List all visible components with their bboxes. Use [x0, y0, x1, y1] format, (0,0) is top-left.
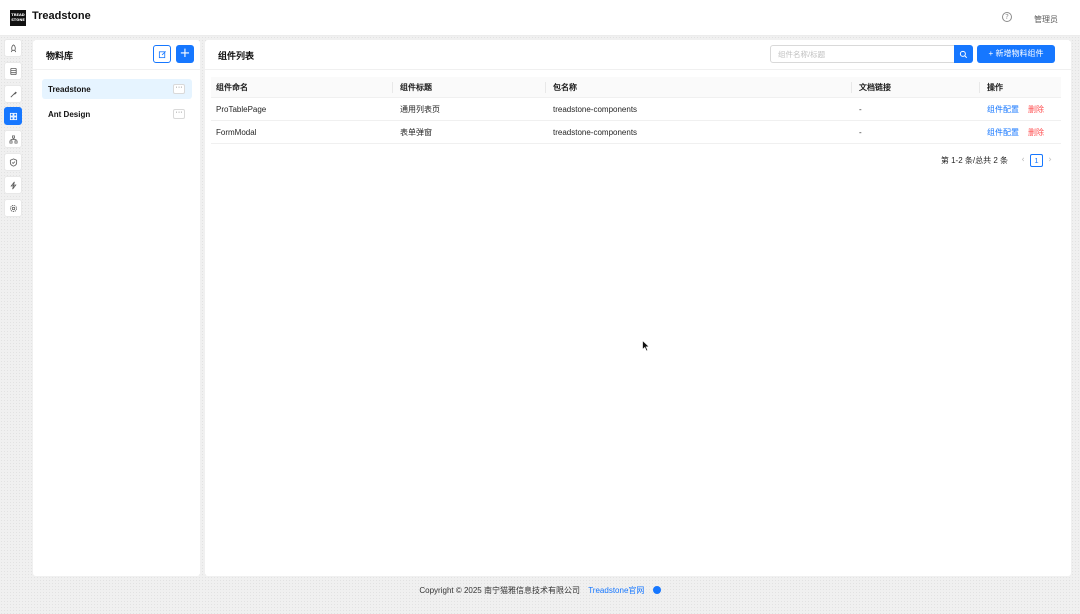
app-title[interactable]: Treadstone — [32, 10, 91, 22]
library-item-label: Treadstone — [48, 85, 91, 94]
rail-tree-icon[interactable] — [4, 130, 22, 148]
column-divider — [392, 82, 393, 93]
component-list-title: 组件列表 — [218, 51, 255, 61]
rail-bolt-icon[interactable] — [4, 176, 22, 194]
delete-component-link[interactable]: 删除 — [1028, 128, 1044, 137]
app-logo[interactable]: TREAD STONE — [10, 10, 26, 26]
column-divider — [545, 82, 546, 93]
search-icon — [959, 50, 968, 58]
top-header: TREAD STONE Treadstone ? 管理员 — [0, 0, 1080, 36]
rail-database-icon[interactable] — [4, 62, 22, 80]
cell-actions: 组件配置 删除 — [987, 121, 1044, 144]
official-site-link[interactable]: Treadstone官网 — [588, 586, 644, 595]
copyright-text: Copyright © 2025 南宁猫雅信息技术有限公司 — [419, 586, 580, 595]
column-header-name: 组件命名 — [216, 83, 248, 92]
next-page-button[interactable]: › — [1045, 155, 1055, 165]
footer: Copyright © 2025 南宁猫雅信息技术有限公司 Treadstone… — [0, 585, 1080, 596]
delete-component-link[interactable]: 删除 — [1028, 105, 1044, 114]
component-list-panel: 组件列表 + 新增物料组件 组件命名 组件标题 包名称 文档链接 操作 ProT… — [205, 40, 1071, 576]
library-panel: 物料库 + Treadstone ··· Ant Design ··· — [33, 40, 200, 576]
rail-rocket-icon[interactable] — [4, 39, 22, 57]
column-divider — [851, 82, 852, 93]
component-table: 组件命名 组件标题 包名称 文档链接 操作 ProTablePage 通用列表页… — [211, 77, 1061, 144]
pagination-total: 第 1-2 条/总共 2 条 — [940, 155, 1008, 165]
edit-library-button[interactable] — [153, 45, 171, 63]
cell-component-name: ProTablePage — [216, 105, 267, 114]
pagination: 第 1-2 条/总共 2 条 ‹ 1 › — [941, 153, 1055, 167]
column-header-actions: 操作 — [987, 83, 1003, 92]
column-header-package: 包名称 — [553, 83, 577, 92]
library-item-more-button[interactable]: ··· — [173, 84, 185, 94]
github-icon[interactable] — [652, 586, 661, 594]
user-menu[interactable]: 管理员 — [1034, 14, 1058, 25]
cell-actions: 组件配置 删除 — [987, 98, 1044, 121]
component-search-input[interactable] — [770, 45, 955, 63]
config-component-link[interactable]: 组件配置 — [987, 128, 1019, 137]
table-header-row: 组件命名 组件标题 包名称 文档链接 操作 — [211, 77, 1061, 98]
table-row: ProTablePage 通用列表页 treadstone-components… — [211, 98, 1061, 121]
rail-settings-icon[interactable] — [4, 199, 22, 217]
page-1-button[interactable]: 1 — [1030, 153, 1043, 167]
library-item-ant-design[interactable]: Ant Design ··· — [42, 104, 192, 124]
cell-doc-link: - — [859, 105, 862, 114]
library-panel-header: 物料库 + — [33, 40, 200, 70]
add-library-button[interactable]: + — [176, 45, 194, 63]
search-button[interactable] — [954, 45, 973, 63]
edit-icon — [158, 50, 166, 58]
cell-package-name: treadstone-components — [553, 105, 638, 114]
cell-component-name: FormModal — [216, 128, 257, 137]
prev-page-button[interactable]: ‹ — [1018, 155, 1028, 165]
column-header-doc: 文档链接 — [859, 83, 891, 92]
rail-shield-icon[interactable] — [4, 153, 22, 171]
column-divider — [979, 82, 980, 93]
library-item-more-button[interactable]: ··· — [173, 109, 185, 119]
side-rail — [4, 39, 23, 219]
component-list-header: 组件列表 + 新增物料组件 — [205, 40, 1071, 70]
help-icon[interactable]: ? — [1002, 12, 1012, 22]
column-header-title: 组件标题 — [400, 83, 432, 92]
library-item-treadstone[interactable]: Treadstone ··· — [42, 79, 192, 99]
library-item-label: Ant Design — [48, 110, 91, 119]
library-title: 物料库 — [46, 51, 74, 61]
rail-tool-icon[interactable] — [4, 85, 22, 103]
cell-component-title: 表单弹窗 — [400, 128, 432, 137]
cell-package-name: treadstone-components — [553, 128, 638, 137]
table-row: FormModal 表单弹窗 treadstone-components - 组… — [211, 121, 1061, 144]
cell-component-title: 通用列表页 — [400, 105, 440, 114]
add-component-button[interactable]: + 新增物料组件 — [977, 45, 1055, 63]
config-component-link[interactable]: 组件配置 — [987, 105, 1019, 114]
mouse-cursor-icon — [642, 340, 650, 352]
cell-doc-link: - — [859, 128, 862, 137]
rail-apps-icon[interactable] — [4, 107, 22, 125]
